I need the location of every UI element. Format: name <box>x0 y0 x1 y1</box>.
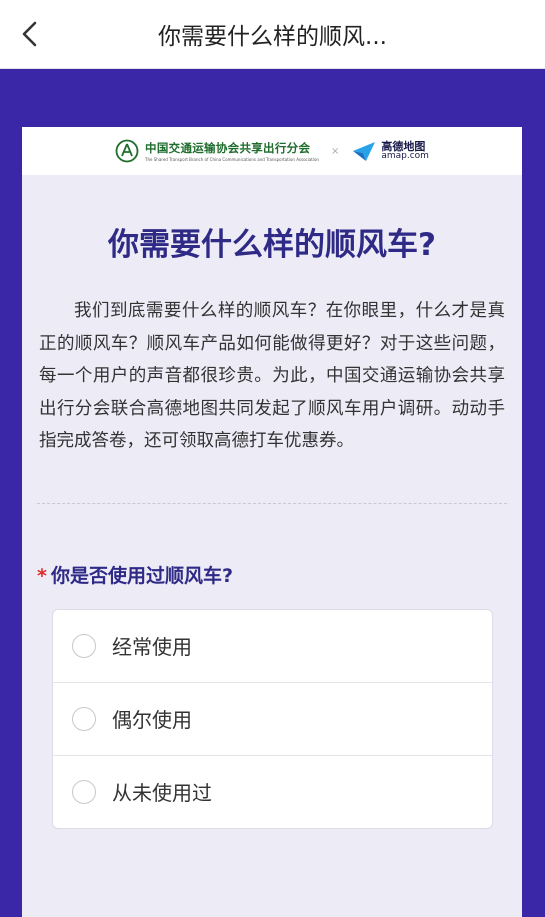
survey-card: 中国交通运输协会共享出行分会 The Shared Transport Bran… <box>22 127 522 917</box>
question-title: * 你是否使用过顺风车? <box>37 561 522 588</box>
survey-title: 你需要什么样的顺风车? <box>108 227 436 263</box>
amap-logo: 高德地图 amap.com <box>351 139 429 163</box>
option-label: 从未使用过 <box>112 781 212 805</box>
option-label: 经常使用 <box>112 635 192 659</box>
answer-options: 经常使用 偶尔使用 从未使用过 <box>52 608 493 829</box>
back-button[interactable] <box>12 16 48 52</box>
option-label: 偶尔使用 <box>112 708 192 732</box>
radio-icon[interactable] <box>72 633 96 658</box>
option-occasionally[interactable]: 偶尔使用 <box>53 681 492 755</box>
required-mark: * <box>37 564 47 587</box>
partner-logo-bar: 中国交通运输协会共享出行分会 The Shared Transport Bran… <box>22 127 522 175</box>
chevron-left-icon <box>22 21 37 47</box>
amap-arrow-icon <box>353 142 376 161</box>
top-nav-bar: 你需要什么样的顺风... <box>0 0 545 69</box>
survey-intro: 我们到底需要什么样的顺风车？在你眼里，什么才是真正的顺风车？顺风车产品如何能做得… <box>39 301 505 451</box>
logo-separator: × <box>330 145 340 157</box>
org-emblem-icon <box>115 139 139 163</box>
amap-domain: amap.com <box>381 151 429 161</box>
org-subtitle: The Shared Transport Branch of China Com… <box>145 157 319 162</box>
radio-icon[interactable] <box>72 779 96 804</box>
page-title: 你需要什么样的顺风... <box>158 24 387 50</box>
option-often[interactable]: 经常使用 <box>53 610 492 682</box>
option-never[interactable]: 从未使用过 <box>53 754 492 828</box>
org-logo: 中国交通运输协会共享出行分会 The Shared Transport Bran… <box>115 139 319 163</box>
dashed-divider <box>37 502 507 504</box>
org-name: 中国交通运输协会共享出行分会 <box>145 141 311 155</box>
question-text: 你是否使用过顺风车? <box>50 564 233 587</box>
radio-icon[interactable] <box>72 706 96 731</box>
